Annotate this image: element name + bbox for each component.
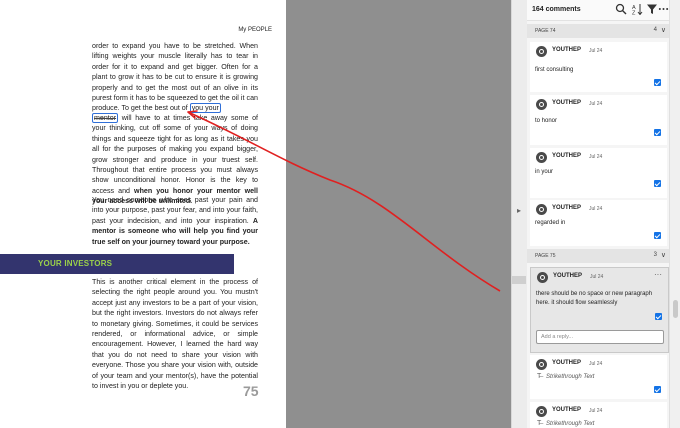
avatar bbox=[536, 152, 547, 163]
avatar bbox=[536, 99, 547, 110]
comments-panel: 164 comments AZ PAGE 74 4 ∨ YOUTHEP Jul … bbox=[527, 0, 669, 428]
comment-date: Jul 24 bbox=[589, 408, 603, 414]
comment-checkbox[interactable] bbox=[654, 232, 661, 239]
strikethrough-icon: T̶ bbox=[537, 420, 542, 427]
comment-card[interactable]: YOUTHEP Jul 24 regarded in bbox=[530, 200, 667, 246]
panel-divider[interactable]: ▸ bbox=[511, 0, 528, 428]
more-icon[interactable]: ··· bbox=[654, 270, 662, 279]
comment-author: YOUTHEP bbox=[552, 407, 582, 413]
chevron-down-icon[interactable]: ∨ bbox=[661, 251, 666, 259]
comment-text: there should be no space or new paragrap… bbox=[536, 291, 653, 306]
document-page[interactable]: My PEOPLE order to expand you have to be… bbox=[0, 0, 286, 428]
paragraph-1[interactable]: order to expand you have to be stretched… bbox=[92, 41, 258, 114]
avatar bbox=[537, 272, 548, 283]
page-group-label: PAGE 74 bbox=[535, 28, 556, 34]
highlight-mentor[interactable]: mentor bbox=[92, 113, 119, 123]
page-group-count: 4 bbox=[653, 27, 657, 33]
comment-author: YOUTHEP bbox=[552, 205, 582, 211]
avatar bbox=[536, 46, 547, 57]
collapse-chevron-icon[interactable]: ▸ bbox=[517, 206, 521, 215]
document-viewport[interactable]: My PEOPLE order to expand you have to be… bbox=[0, 0, 511, 428]
paragraph-2[interactable]: mentor will have to at times take away s… bbox=[92, 113, 258, 207]
sort-icon[interactable]: AZ bbox=[631, 3, 643, 15]
comment-text: to honor bbox=[535, 118, 558, 124]
comment-card[interactable]: YOUTHEP Jul 24 to honor bbox=[530, 95, 667, 145]
comment-date: Jul 24 bbox=[589, 154, 603, 160]
chevron-down-icon[interactable]: ∨ bbox=[661, 26, 666, 34]
running-header: My PEOPLE bbox=[238, 27, 272, 33]
comment-checkbox[interactable] bbox=[654, 79, 661, 86]
comment-date: Jul 24 bbox=[589, 101, 603, 107]
search-icon[interactable] bbox=[615, 3, 627, 15]
avatar bbox=[536, 204, 547, 215]
comment-author: YOUTHEP bbox=[552, 153, 582, 159]
comment-card[interactable]: YOUTHEP Jul 24 T̶ Strikethrough Text bbox=[530, 402, 667, 428]
comment-checkbox[interactable] bbox=[655, 313, 662, 320]
paragraph-4-text: This is another critical element in the … bbox=[92, 278, 258, 391]
comment-author: YOUTHEP bbox=[552, 100, 582, 106]
comment-text: regarded in bbox=[535, 220, 566, 226]
section-banner: YOUR INVESTORS bbox=[0, 254, 234, 274]
panel-scrollbar[interactable] bbox=[669, 0, 680, 428]
page-group-count: 3 bbox=[653, 252, 657, 258]
comment-text: first consulting bbox=[535, 67, 574, 73]
paragraph-4[interactable]: This is another critical element in the … bbox=[92, 277, 258, 391]
comment-type: Strikethrough Text bbox=[546, 421, 595, 427]
comment-checkbox[interactable] bbox=[654, 386, 661, 393]
comment-text: in your bbox=[535, 169, 554, 175]
paragraph-2-text: will have to at times take away some of … bbox=[92, 114, 258, 195]
comment-checkbox[interactable] bbox=[654, 129, 661, 136]
section-title: YOUR INVESTORS bbox=[38, 259, 113, 268]
strikethrough-icon: T̶ bbox=[537, 373, 542, 380]
page-number: 75 bbox=[243, 383, 259, 399]
comment-type: Strikethrough Text bbox=[546, 374, 595, 380]
comment-checkbox[interactable] bbox=[654, 180, 661, 187]
svg-text:Z: Z bbox=[632, 11, 636, 16]
page-group-label: PAGE 75 bbox=[535, 253, 556, 259]
comment-date: Jul 24 bbox=[589, 206, 603, 212]
page-group-75[interactable]: PAGE 75 3 ∨ bbox=[527, 249, 669, 263]
comment-card[interactable]: YOUTHEP Jul 24 in your bbox=[530, 148, 667, 198]
paragraph-3-text: You need someone who sees past your pain… bbox=[92, 196, 258, 225]
comments-header: 164 comments AZ bbox=[527, 0, 669, 21]
filter-icon[interactable] bbox=[646, 3, 658, 15]
comment-date: Jul 24 bbox=[589, 361, 603, 367]
comment-author: YOUTHEP bbox=[553, 273, 583, 279]
highlight-you-your[interactable]: you your bbox=[189, 103, 221, 114]
page-group-74[interactable]: PAGE 74 4 ∨ bbox=[527, 24, 669, 38]
comment-card[interactable]: YOUTHEP Jul 24 T̶ Strikethrough Text bbox=[530, 355, 667, 399]
comment-count: 164 comments bbox=[532, 6, 581, 13]
avatar bbox=[536, 359, 547, 370]
reply-input[interactable]: Add a reply... bbox=[536, 330, 664, 344]
comment-author: YOUTHEP bbox=[552, 47, 582, 53]
paragraph-3[interactable]: You need someone who sees past your pain… bbox=[92, 195, 258, 247]
divider-handle[interactable] bbox=[512, 276, 526, 284]
comment-date: Jul 24 bbox=[590, 274, 604, 280]
comment-card-selected[interactable]: YOUTHEP Jul 24 ··· there should be no sp… bbox=[530, 267, 669, 353]
avatar bbox=[536, 406, 547, 417]
comment-date: Jul 24 bbox=[589, 48, 603, 54]
scrollbar-thumb[interactable] bbox=[673, 300, 678, 318]
more-icon[interactable] bbox=[658, 3, 669, 15]
comment-author: YOUTHEP bbox=[552, 360, 582, 366]
comment-card[interactable]: YOUTHEP Jul 24 first consulting bbox=[530, 42, 667, 92]
paragraph-1-text: order to expand you have to be stretched… bbox=[92, 42, 258, 113]
